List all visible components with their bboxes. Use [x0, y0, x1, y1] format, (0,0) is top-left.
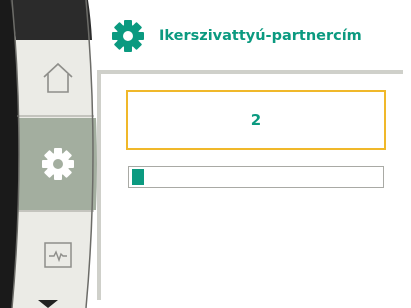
value-progress-bar	[128, 166, 384, 188]
device-screen: Ikerszivattyú-partnercím 2	[0, 0, 411, 308]
menu-item-diagnostics[interactable]	[22, 212, 94, 298]
page-title: Ikerszivattyú-partnercím	[159, 28, 362, 44]
header: Ikerszivattyú-partnercím	[95, 14, 411, 58]
settings-gear-icon	[111, 19, 145, 53]
menu-item-settings[interactable]	[22, 118, 94, 210]
value-field[interactable]: 2	[126, 90, 386, 150]
value-text: 2	[250, 111, 262, 129]
diagnostics-icon	[44, 242, 72, 268]
menu-item-home[interactable]	[22, 40, 94, 116]
progress-fill	[132, 169, 144, 185]
home-icon	[43, 62, 73, 93]
scroll-down-arrow-icon[interactable]	[38, 300, 58, 308]
gear-icon	[42, 148, 74, 180]
